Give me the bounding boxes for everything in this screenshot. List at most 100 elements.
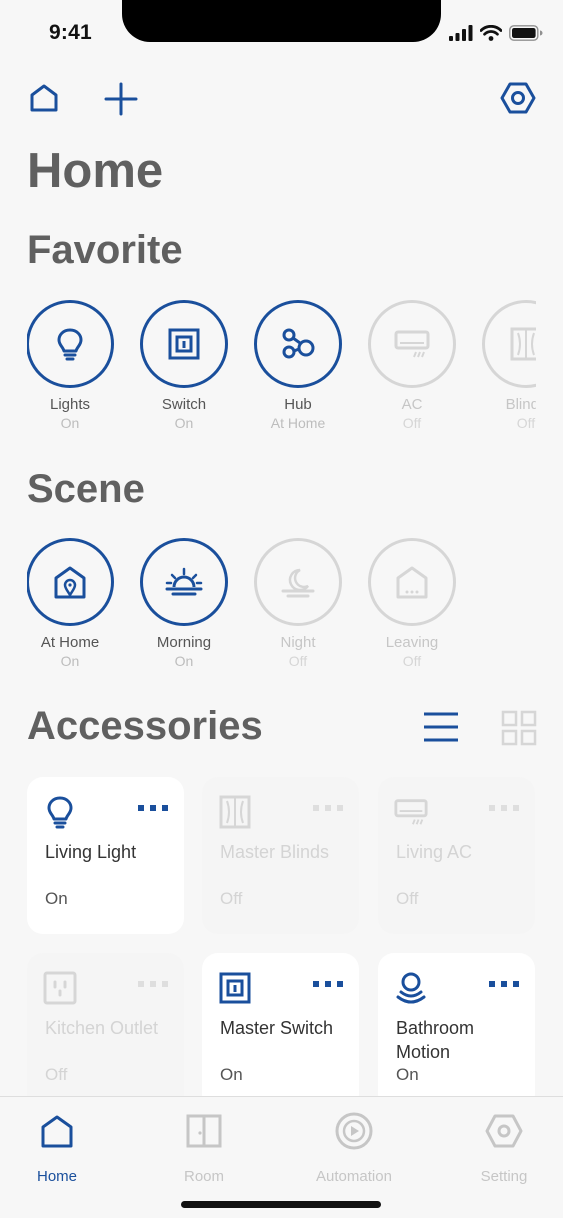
- accessory-name: Bathroom Motion: [396, 1018, 475, 1062]
- card-icon: [43, 971, 77, 1005]
- tab-home[interactable]: Home: [0, 1097, 117, 1185]
- house-icon: [30, 84, 58, 112]
- at-home-icon: [54, 566, 86, 599]
- accessory-name: Master Blinds: [220, 842, 330, 862]
- more-options-button[interactable]: [138, 981, 168, 987]
- accessory-name: Living AC: [396, 842, 473, 862]
- tab-automation[interactable]: Automation: [294, 1097, 414, 1185]
- accessory-name: Living Light: [45, 842, 137, 862]
- favorite-item-ac[interactable]: AC Off: [355, 300, 469, 432]
- favorite-label: Lights: [49, 396, 91, 413]
- favorite-circle[interactable]: [27, 300, 114, 388]
- scene-circle[interactable]: [27, 538, 114, 626]
- cellular-signal-icon: [449, 25, 473, 41]
- page-title: Home: [27, 144, 164, 198]
- favorite-status: Off: [516, 415, 536, 431]
- tab-label: Home: [36, 1168, 77, 1185]
- lightbulb-icon: [57, 328, 83, 361]
- tab-label: Setting: [480, 1168, 528, 1185]
- status-bar: 9:41: [0, 0, 563, 70]
- scene-heading: Scene: [27, 467, 145, 511]
- accessories-heading: Accessories: [27, 704, 263, 748]
- accessory-card-bathroom-motion[interactable]: Bathroom Motion On: [378, 953, 535, 1110]
- outlet-icon: [43, 971, 77, 1005]
- scene-status: On: [174, 653, 194, 669]
- favorite-circle[interactable]: [254, 300, 342, 388]
- scene-circle[interactable]: [254, 538, 342, 626]
- accessory-card-master-switch[interactable]: Master Switch On: [202, 953, 359, 1110]
- accessory-card-master-blinds[interactable]: Master Blinds Off: [202, 777, 359, 934]
- favorite-circle[interactable]: [482, 300, 536, 388]
- favorite-item-hub[interactable]: Hub At Home: [241, 300, 355, 432]
- accessory-status: Off: [396, 889, 419, 908]
- scene-circle[interactable]: [140, 538, 228, 626]
- scene-circle[interactable]: [368, 538, 456, 626]
- grid-view-button[interactable]: [501, 710, 537, 751]
- accessory-status: Off: [45, 1065, 68, 1084]
- favorite-status: At Home: [270, 415, 326, 431]
- add-button[interactable]: [102, 80, 140, 118]
- card-icon: [43, 795, 77, 829]
- battery-icon: [509, 25, 543, 41]
- more-options-button[interactable]: [313, 805, 343, 811]
- favorite-item-switch[interactable]: Switch On: [127, 300, 241, 432]
- accessory-status: On: [396, 1065, 419, 1084]
- favorite-item-lights[interactable]: Lights On: [27, 300, 127, 432]
- favorite-item-blinds[interactable]: Blinds Off: [469, 300, 536, 432]
- status-time: 9:41: [49, 21, 92, 44]
- scene-status: On: [60, 653, 80, 669]
- scene-item-leaving[interactable]: Leaving Off: [355, 538, 469, 670]
- accessory-name: Kitchen Outlet: [45, 1018, 159, 1038]
- settings-button[interactable]: [499, 79, 537, 117]
- scene-status: Off: [402, 653, 422, 669]
- status-icons: [449, 25, 543, 41]
- blinds-icon: [510, 327, 536, 361]
- blinds-icon: [219, 795, 251, 829]
- favorite-circle[interactable]: [368, 300, 456, 388]
- switch-icon: [168, 328, 200, 360]
- scene-label: Morning: [156, 634, 212, 651]
- more-options-button[interactable]: [313, 981, 343, 987]
- scene-item-at-home[interactable]: At Home On: [27, 538, 127, 670]
- tab-room[interactable]: Room: [144, 1097, 264, 1185]
- favorite-label: Hub: [284, 396, 312, 413]
- list-view-button[interactable]: [422, 710, 460, 749]
- leaving-icon: [396, 566, 428, 599]
- scene-item-night[interactable]: Night Off: [241, 538, 355, 670]
- scene-label: At Home: [40, 634, 100, 651]
- card-icon: [218, 971, 252, 1005]
- favorite-heading: Favorite: [27, 228, 183, 272]
- more-options-button[interactable]: [138, 805, 168, 811]
- accessory-card-living-light[interactable]: Living Light On: [27, 777, 184, 934]
- accessory-card-living-ac[interactable]: Living AC Off: [378, 777, 535, 934]
- tab-icon: [484, 1111, 524, 1151]
- ac-icon: [394, 799, 428, 825]
- more-options-button[interactable]: [489, 805, 519, 811]
- tab-icon: [37, 1111, 77, 1151]
- accessory-name: Master Switch: [220, 1018, 334, 1038]
- list-icon: [424, 712, 458, 742]
- tab-bar: Home Room Automation Setting: [0, 1096, 563, 1218]
- scene-item-morning[interactable]: Morning On: [127, 538, 241, 670]
- tab-icon: [334, 1111, 374, 1151]
- tab-setting[interactable]: Setting: [444, 1097, 563, 1185]
- accessory-status: On: [220, 1065, 243, 1084]
- switch-icon: [219, 972, 251, 1004]
- grid-icon: [501, 710, 537, 746]
- accessory-card-kitchen-outlet[interactable]: Kitchen Outlet Off: [27, 953, 184, 1110]
- tab-icon: [184, 1111, 224, 1151]
- automation-icon: [335, 1112, 373, 1150]
- favorite-status: On: [174, 415, 194, 431]
- wifi-icon: [480, 25, 502, 41]
- more-options-button[interactable]: [489, 981, 519, 987]
- favorite-circle[interactable]: [140, 300, 228, 388]
- favorite-status: Off: [402, 415, 422, 431]
- motion-sensor-icon: [396, 972, 426, 1004]
- card-icon: [394, 971, 428, 1005]
- plus-icon: [104, 82, 138, 116]
- card-icon: [218, 795, 252, 829]
- scene-list: At Home On Morning On Night Off Leaving …: [27, 538, 536, 678]
- scene-status: Off: [288, 653, 308, 669]
- card-icon: [394, 795, 428, 829]
- home-nav-button[interactable]: [26, 80, 62, 116]
